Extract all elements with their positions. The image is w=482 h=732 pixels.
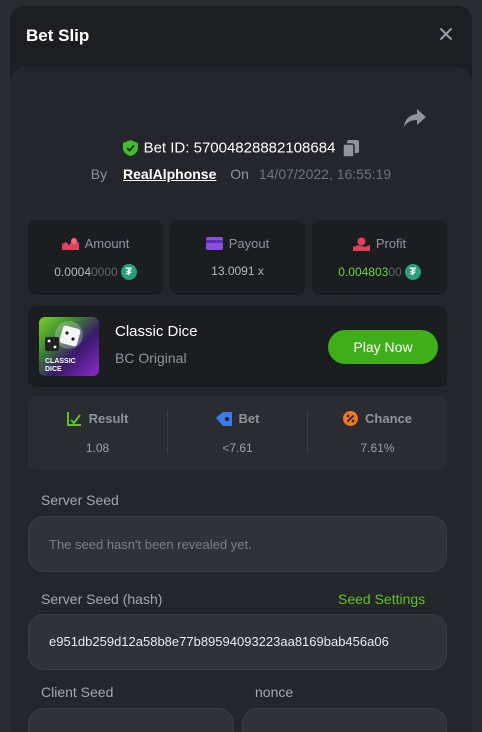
tether-icon: ₮ xyxy=(404,264,421,280)
profit-card: Profit 0.00480300 ₮ xyxy=(312,220,447,295)
thumb-text-1: CLASSIC xyxy=(45,358,76,365)
result-panel: Result 1.08 Bet <7.61 Chance 7.61% xyxy=(28,396,447,470)
profit-value-dim: 00 xyxy=(388,265,402,279)
thumb-text-2: DICE xyxy=(45,366,62,373)
payout-value: 13.0091 x xyxy=(211,264,264,278)
bet-id: Bet ID: 57004828882108684 xyxy=(143,139,336,157)
tether-icon: ₮ xyxy=(120,264,137,280)
amount-label: Amount xyxy=(84,236,130,252)
backdrop xyxy=(0,0,10,732)
percent-icon xyxy=(343,411,359,427)
amount-value-main: 0.0004 xyxy=(54,265,91,279)
share-icon[interactable] xyxy=(403,107,427,129)
game-name[interactable]: Classic Dice xyxy=(115,323,198,340)
bet-cell: Bet <7.61 xyxy=(168,396,307,470)
chance-cell: Chance 7.61% xyxy=(308,396,447,470)
bet-details: Bet ID: 57004828882108684 By RealAlphons… xyxy=(10,67,472,732)
modal-header: Bet Slip xyxy=(10,6,472,64)
result-value: 1.08 xyxy=(85,441,110,455)
payout-label: Payout xyxy=(228,236,270,252)
seed-settings-link[interactable]: Seed Settings xyxy=(338,591,425,607)
server-seed-label: Server Seed xyxy=(41,492,119,508)
ticket-icon xyxy=(215,411,232,426)
dice-icon: CLASSIC DICE xyxy=(45,321,83,373)
profit-value: 0.00480300 ₮ xyxy=(312,264,447,280)
chance-value: 7.61% xyxy=(360,441,395,455)
chance-label-row: Chance xyxy=(308,410,447,427)
bet-label-row: Bet xyxy=(168,410,307,426)
server-seed-hash-value: e951db259d12a58b8e77b89594093223aa8169ba… xyxy=(49,634,389,649)
wallet-icon xyxy=(205,237,223,251)
server-seed-placeholder: The seed hasn't been revealed yet. xyxy=(49,537,252,552)
close-icon[interactable] xyxy=(434,22,458,46)
chance-label: Chance xyxy=(365,411,412,427)
profit-label-row: Profit xyxy=(312,235,447,251)
server-seed-hash-label: Server Seed (hash) xyxy=(41,591,163,607)
on-label: On xyxy=(230,166,249,182)
payout-card: Payout 13.0091 x xyxy=(170,220,305,295)
bet-value: <7.61 xyxy=(222,441,253,455)
amount-icon xyxy=(61,237,79,250)
profit-icon xyxy=(352,237,370,251)
server-seed-hash-field[interactable]: e951db259d12a58b8e77b89594093223aa8169ba… xyxy=(28,614,447,670)
by-label: By xyxy=(90,166,108,182)
play-now-button[interactable]: Play Now xyxy=(328,330,438,364)
amount-label-row: Amount xyxy=(28,235,163,251)
nonce-field[interactable] xyxy=(242,708,447,732)
modal-title: Bet Slip xyxy=(26,26,90,45)
client-seed-label: Client Seed xyxy=(41,684,114,700)
amount-value-dim: 0000 xyxy=(91,265,118,279)
game-thumbnail[interactable]: CLASSIC DICE xyxy=(39,317,99,376)
game-card: CLASSIC DICE Classic Dice BC Original Pl… xyxy=(28,306,447,387)
bet-id-row: Bet ID: 57004828882108684 xyxy=(10,139,472,157)
client-seed-field[interactable] xyxy=(28,708,234,732)
shield-check-icon xyxy=(122,140,138,157)
amount-card: Amount 0.00040000 ₮ xyxy=(28,220,163,295)
profit-label: Profit xyxy=(375,236,407,252)
amount-value: 0.00040000 ₮ xyxy=(28,264,163,280)
server-seed-field[interactable]: The seed hasn't been revealed yet. xyxy=(28,516,447,572)
nonce-label: nonce xyxy=(255,684,294,700)
copy-icon[interactable] xyxy=(343,139,360,157)
bet-slip-modal: Bet Slip Bet ID: 57004828882108684 By Re… xyxy=(10,6,472,732)
chart-check-icon xyxy=(66,412,81,427)
result-label: Result xyxy=(88,411,129,427)
result-label-row: Result xyxy=(28,410,167,427)
bet-author-row: By RealAlphonse On 14/07/2022, 16:55:19 xyxy=(10,166,472,182)
bet-label: Bet xyxy=(238,411,260,427)
result-cell: Result 1.08 xyxy=(28,396,167,470)
payout-label-row: Payout xyxy=(170,235,305,251)
user-link[interactable]: RealAlphonse xyxy=(123,166,216,182)
bet-date: 14/07/2022, 16:55:19 xyxy=(258,166,392,182)
game-subtitle: BC Original xyxy=(115,350,187,366)
profit-value-main: 0.004803 xyxy=(338,265,389,279)
